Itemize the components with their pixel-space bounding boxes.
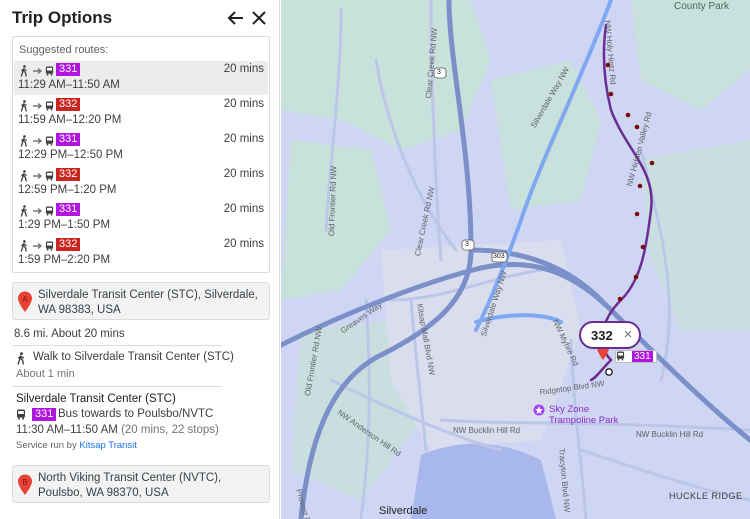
walk-icon: [20, 205, 27, 217]
route-times: 1:29 PM–1:50 PM: [18, 219, 111, 231]
popup-route-number: 332: [591, 328, 613, 343]
route-option[interactable]: 331 20 mins 1:29 PM–1:50 PM: [14, 201, 268, 235]
bus-icon: [45, 136, 54, 146]
bus-icon: [45, 66, 54, 76]
route-option[interactable]: 331 20 mins 12:29 PM–12:50 PM: [14, 131, 268, 165]
destination-card[interactable]: B North Viking Transit Center (NVTC), Po…: [12, 465, 270, 503]
arrow-right-icon: [33, 242, 43, 250]
county-park-label: County Park: [674, 1, 730, 12]
marker-b-icon: B: [17, 474, 33, 496]
route-times: 1:59 PM–2:20 PM: [18, 254, 111, 266]
route-times: 11:29 AM–11:50 AM: [18, 79, 120, 91]
route-badge: 332: [56, 98, 81, 111]
highway-303-label: 303: [493, 253, 505, 260]
map-view[interactable]: 3 3 303 County Park Silverdale Way NW Cl…: [281, 0, 750, 519]
highway-3-mid-label: 3: [465, 241, 469, 248]
transit-times: 11:30 AM–11:50 AM: [16, 424, 118, 436]
nw-bucklin-right-label: NW Bucklin Hill Rd: [636, 430, 704, 439]
walk-icon: [20, 240, 27, 252]
route-duration: 20 mins: [223, 168, 264, 180]
sky-zone-label[interactable]: Sky Zone Trampoline Park: [549, 404, 634, 426]
route-badge: 331: [56, 203, 81, 216]
bus-icon: [17, 409, 25, 420]
routes-caption: Suggested routes:: [19, 44, 109, 56]
arrow-right-icon: [33, 102, 43, 110]
route-option[interactable]: 332 20 mins 11:59 AM–12:20 PM: [14, 96, 268, 130]
route-duration: 20 mins: [223, 203, 264, 215]
route-duration: 20 mins: [223, 63, 264, 75]
trip-options-panel: Trip Options Suggested routes: 331 20 min…: [0, 0, 280, 519]
marker-a-letter: A: [22, 295, 28, 304]
close-button[interactable]: [249, 8, 269, 28]
popup-close-icon[interactable]: ×: [621, 327, 635, 343]
trip-summary: 8.6 mi. About 20 mins: [14, 328, 125, 340]
route-badge: 331: [56, 133, 81, 146]
origin-address: Silverdale Transit Center (STC), Silverd…: [38, 289, 258, 316]
map-canvas: [281, 0, 750, 519]
marker-b-letter: B: [22, 478, 27, 487]
arrow-left-icon: [227, 11, 243, 25]
place-icon[interactable]: [533, 404, 545, 416]
silverdale-town-label: Silverdale: [379, 505, 428, 517]
nw-bucklin-mid-label: NW Bucklin Hill Rd: [453, 426, 521, 435]
bus-icon: [45, 101, 54, 111]
back-button[interactable]: [226, 8, 246, 28]
walk-step-duration: About 1 min: [16, 368, 75, 380]
walk-icon: [20, 65, 27, 77]
panel-header: Trip Options: [0, 0, 279, 36]
divider: [12, 345, 222, 346]
walk-icon: [20, 135, 27, 147]
marker-a-icon: A: [17, 291, 33, 313]
transit-step-times: 11:30 AM–11:50 AM (20 mins, 22 stops): [16, 424, 219, 436]
service-prefix: Service run by: [16, 440, 77, 451]
route-mode-icons: [19, 100, 54, 112]
panel-title: Trip Options: [12, 8, 113, 27]
route-times: 12:29 PM–12:50 PM: [18, 149, 123, 161]
route-badge: 331: [32, 408, 57, 421]
bus-icon: [45, 171, 54, 181]
arrow-right-icon: [33, 172, 43, 180]
arrow-right-icon: [33, 207, 43, 215]
route-badge: 332: [56, 238, 81, 251]
walk-icon: [17, 352, 25, 365]
highway-3-top-label: 3: [437, 69, 441, 76]
walk-icon: [20, 100, 27, 112]
route-mode-icons: [19, 65, 54, 77]
route-duration: 20 mins: [223, 238, 264, 250]
route-duration: 20 mins: [223, 133, 264, 145]
destination-address: North Viking Transit Center (NVTC), Poul…: [38, 472, 222, 499]
route-times: 12:59 PM–1:20 PM: [18, 184, 117, 196]
route-mode-icons: [19, 205, 54, 217]
route-mode-icons: [19, 240, 54, 252]
route-mode-icons: [19, 170, 54, 182]
transit-step-description: Bus towards to Poulsbo/NVTC: [58, 408, 214, 420]
service-line: Service run by Kitsap Transit: [16, 440, 137, 451]
route-duration: 20 mins: [223, 98, 264, 110]
arrow-right-icon: [33, 137, 43, 145]
bus-icon: [616, 351, 625, 361]
suggested-routes-list: Suggested routes: 331 20 mins 11:29 AM–11:…: [12, 36, 270, 273]
bus-icon: [45, 241, 54, 251]
divider: [12, 386, 222, 387]
bus-icon: [45, 206, 54, 216]
close-icon: [252, 11, 266, 25]
huckle-ridge-label: HUCKLE RIDGE: [669, 491, 743, 501]
route-times: 11:59 AM–12:20 PM: [18, 114, 122, 126]
origin-card[interactable]: A Silverdale Transit Center (STC), Silve…: [12, 282, 270, 320]
route-mode-icons: [19, 135, 54, 147]
walk-step-label: Walk to Silverdale Transit Center (STC): [33, 351, 234, 363]
map-route-number: 331: [632, 351, 653, 362]
route-popup[interactable]: 332 ×: [579, 321, 641, 349]
transit-details: (20 mins, 22 stops): [121, 424, 219, 436]
map-route-badge[interactable]: 331: [615, 350, 657, 363]
transit-stop-name: Silverdale Transit Center (STC): [16, 393, 176, 405]
route-option[interactable]: 332 20 mins 12:59 PM–1:20 PM: [14, 166, 268, 200]
route-badge: 331: [56, 63, 81, 76]
route-option[interactable]: 331 20 mins 11:29 AM–11:50 AM: [14, 61, 268, 95]
walk-icon: [20, 170, 27, 182]
route-option[interactable]: 332 20 mins 1:59 PM–2:20 PM: [14, 236, 268, 270]
route-badge: 332: [56, 168, 81, 181]
arrow-right-icon: [33, 67, 43, 75]
agency-link[interactable]: Kitsap Transit: [79, 440, 137, 451]
